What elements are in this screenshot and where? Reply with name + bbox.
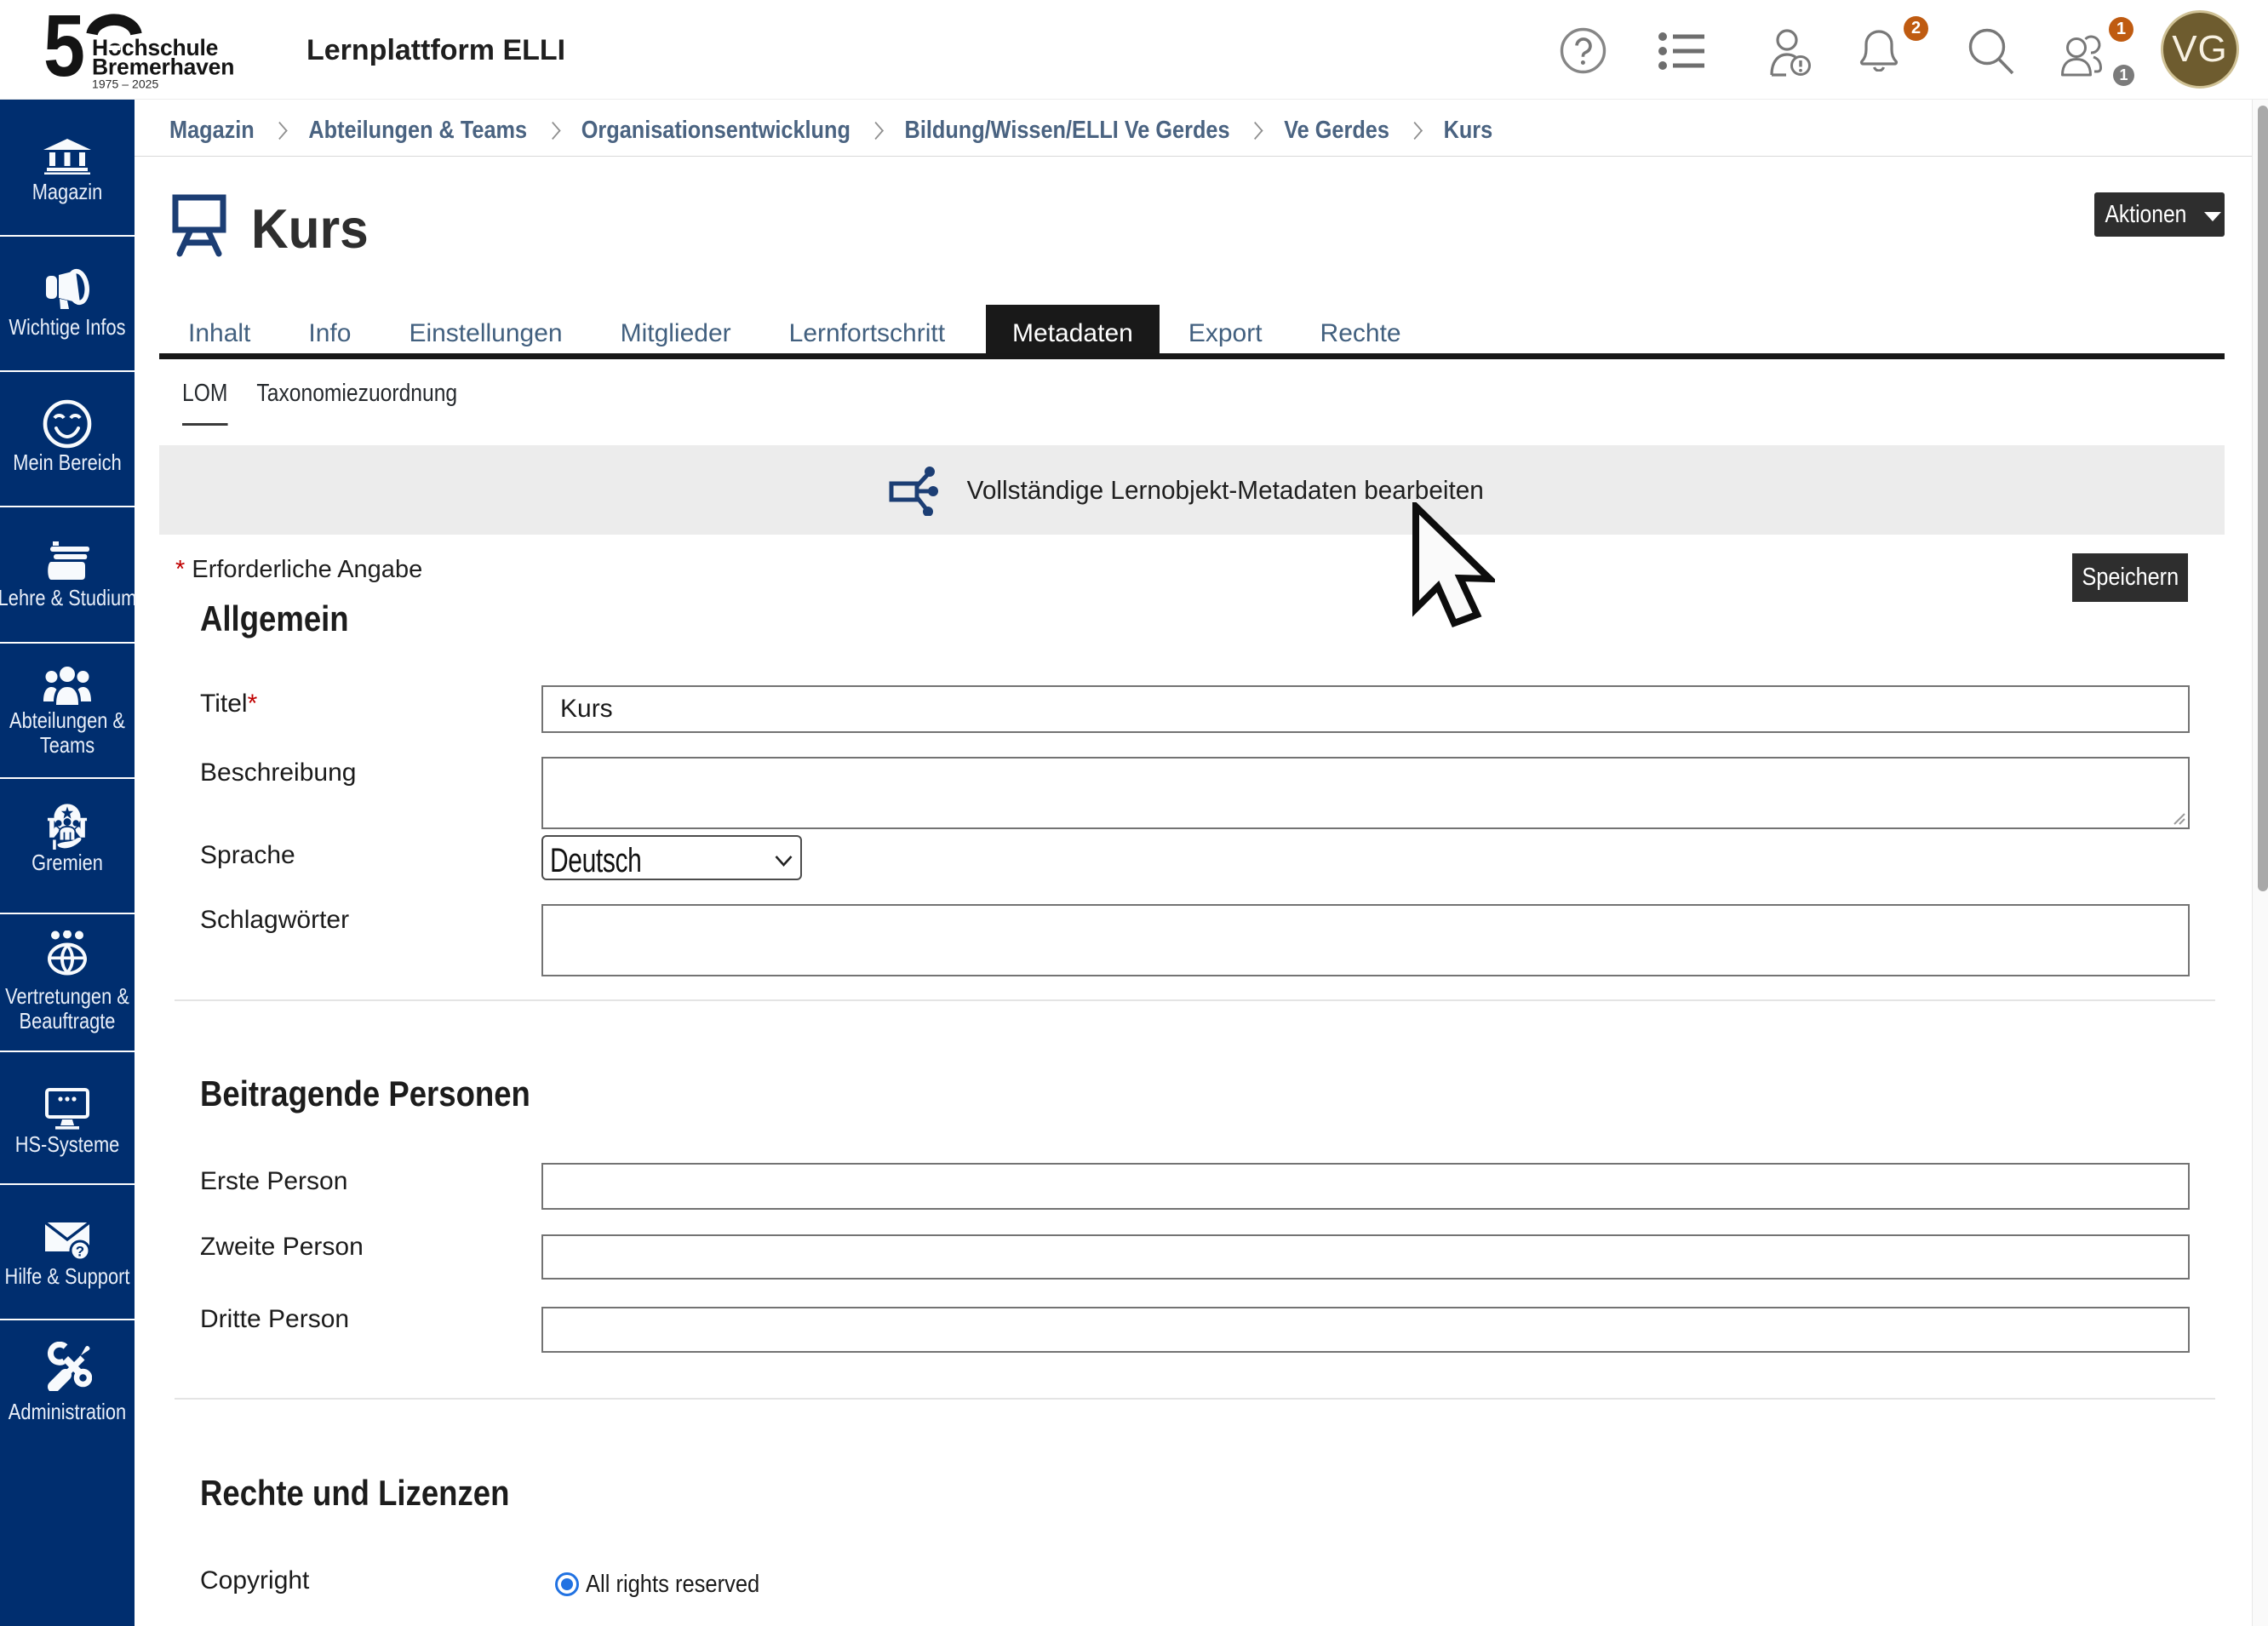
svg-text:?: ? — [76, 1244, 84, 1260]
svg-text:5: 5 — [43, 9, 85, 94]
svg-text:Bremerhaven: Bremerhaven — [92, 54, 234, 80]
svg-text:1975 – 2025: 1975 – 2025 — [92, 77, 160, 91]
